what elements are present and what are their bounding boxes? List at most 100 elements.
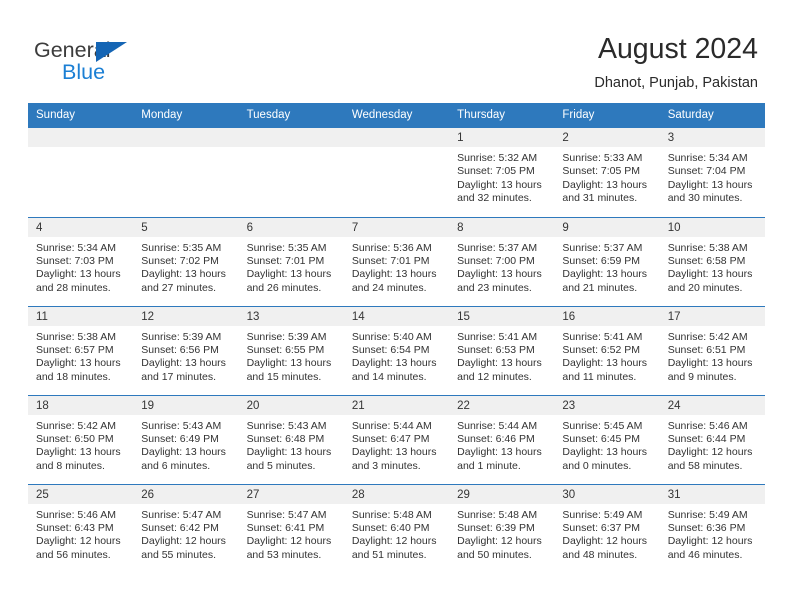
daylight-text-line1: Daylight: 12 hours bbox=[36, 535, 121, 548]
daylight-text-line1: Daylight: 13 hours bbox=[141, 357, 226, 370]
calendar-day-cell[interactable]: 3 Sunrise: 5:34 AM Sunset: 7:04 PM Daylight… bbox=[659, 128, 765, 217]
daylight-text-line1: Daylight: 13 hours bbox=[562, 268, 648, 281]
weekday-header-wednesday: Wednesday bbox=[343, 103, 450, 128]
day-number: 26 bbox=[133, 484, 239, 504]
sunset-text: Sunset: 7:03 PM bbox=[36, 254, 114, 267]
calendar-day-cell[interactable]: 10 Sunrise: 5:38 AM Sunset: 6:58 PM Dayligh… bbox=[659, 216, 765, 306]
daylight-text-line2: and 3 minutes. bbox=[351, 459, 421, 472]
day-number: 6 bbox=[238, 217, 344, 237]
sunset-text: Sunset: 6:47 PM bbox=[351, 432, 430, 445]
sunset-text: Sunset: 6:46 PM bbox=[457, 432, 535, 445]
general-blue-logo[interactable]: General Blue bbox=[34, 37, 164, 85]
daylight-text-line2: and 0 minutes. bbox=[562, 459, 632, 472]
daylight-text-line1: Daylight: 12 hours bbox=[141, 535, 226, 548]
calendar-day-cell[interactable]: 11 Sunrise: 5:38 AM Sunset: 6:57 PM Dayligh… bbox=[28, 305, 134, 395]
day-details: Sunrise: 5:36 AM Sunset: 7:01 PM Daylight:… bbox=[344, 237, 449, 296]
daylight-text-line2: and 50 minutes. bbox=[457, 548, 532, 561]
day-details: Sunrise: 5:32 AM Sunset: 7:05 PM Daylight:… bbox=[449, 147, 554, 206]
sunset-text: Sunset: 6:54 PM bbox=[351, 343, 430, 356]
daylight-text-line2: and 11 minutes. bbox=[562, 370, 637, 383]
calendar-day-cell[interactable]: 28 Sunrise: 5:48 AM Sunset: 6:40 PM Dayligh… bbox=[343, 483, 450, 573]
day-details: Sunrise: 5:40 AM Sunset: 6:54 PM Daylight:… bbox=[344, 326, 449, 385]
calendar-week-row: 11 Sunrise: 5:38 AM Sunset: 6:57 PM Dayligh… bbox=[28, 305, 765, 395]
calendar-day-cell[interactable]: 2 Sunrise: 5:33 AM Sunset: 7:05 PM Daylight… bbox=[554, 128, 660, 217]
calendar-day-cell[interactable]: 31 Sunrise: 5:49 AM Sunset: 6:36 PM Dayligh… bbox=[659, 483, 765, 573]
calendar-day-cell[interactable]: 27 Sunrise: 5:47 AM Sunset: 6:41 PM Dayligh… bbox=[238, 483, 344, 573]
day-details: Sunrise: 5:48 AM Sunset: 6:40 PM Daylight:… bbox=[344, 504, 449, 563]
calendar-day-cell[interactable]: 24 Sunrise: 5:46 AM Sunset: 6:44 PM Dayligh… bbox=[659, 394, 765, 484]
day-details: Sunrise: 5:49 AM Sunset: 6:36 PM Daylight:… bbox=[660, 504, 765, 563]
day-details: Sunrise: 5:45 AM Sunset: 6:45 PM Daylight:… bbox=[554, 415, 659, 474]
day-number: 5 bbox=[133, 217, 239, 237]
calendar-day-cell[interactable]: 6 Sunrise: 5:35 AM Sunset: 7:01 PM Daylight… bbox=[238, 216, 344, 306]
day-details: Sunrise: 5:46 AM Sunset: 6:43 PM Daylight:… bbox=[28, 504, 133, 563]
calendar-day-cell[interactable]: 25 Sunrise: 5:46 AM Sunset: 6:43 PM Dayligh… bbox=[28, 483, 134, 573]
sunset-text: Sunset: 6:40 PM bbox=[351, 521, 430, 534]
calendar-day-cell[interactable]: 14 Sunrise: 5:40 AM Sunset: 6:54 PM Dayligh… bbox=[343, 305, 450, 395]
daylight-text-line2: and 32 minutes. bbox=[457, 192, 532, 205]
calendar-day-cell[interactable]: 18 Sunrise: 5:42 AM Sunset: 6:50 PM Dayligh… bbox=[28, 394, 134, 484]
calendar-day-cell[interactable]: 1 Sunrise: 5:32 AM Sunset: 7:05 PM Daylight… bbox=[449, 128, 555, 217]
sunset-text: Sunset: 6:55 PM bbox=[246, 343, 325, 356]
calendar-day-cell[interactable]: 19 Sunrise: 5:43 AM Sunset: 6:49 PM Dayligh… bbox=[133, 394, 239, 484]
daylight-text-line1: Daylight: 13 hours bbox=[667, 268, 753, 281]
day-number: 3 bbox=[659, 128, 765, 147]
calendar-day-cell[interactable]: 30 Sunrise: 5:49 AM Sunset: 6:37 PM Dayligh… bbox=[554, 483, 660, 573]
daylight-text-line2: and 58 minutes. bbox=[667, 459, 743, 472]
calendar-day-cell[interactable]: 15 Sunrise: 5:41 AM Sunset: 6:53 PM Dayligh… bbox=[449, 305, 555, 395]
daylight-text-line1: Daylight: 12 hours bbox=[667, 535, 753, 548]
day-details: Sunrise: 5:43 AM Sunset: 6:48 PM Daylight:… bbox=[239, 415, 344, 474]
calendar-page: General Blue August 2024 Dhanot, Punjab,… bbox=[0, 0, 792, 612]
daylight-text-line2: and 53 minutes. bbox=[246, 548, 322, 561]
weekday-header-monday: Monday bbox=[133, 103, 239, 128]
day-details: Sunrise: 5:42 AM Sunset: 6:51 PM Daylight:… bbox=[660, 326, 765, 385]
calendar-day-cell[interactable]: 20 Sunrise: 5:43 AM Sunset: 6:48 PM Dayligh… bbox=[238, 394, 344, 484]
sunset-text: Sunset: 7:01 PM bbox=[246, 254, 325, 267]
daylight-text-line1: Daylight: 13 hours bbox=[246, 268, 332, 281]
calendar-day-cell[interactable]: 22 Sunrise: 5:44 AM Sunset: 6:46 PM Dayligh… bbox=[449, 394, 555, 484]
daylight-text-line1: Daylight: 13 hours bbox=[36, 446, 121, 459]
calendar-day-cell[interactable]: 8 Sunrise: 5:37 AM Sunset: 7:00 PM Daylight… bbox=[449, 216, 555, 306]
calendar-day-cell[interactable]: 17 Sunrise: 5:42 AM Sunset: 6:51 PM Dayligh… bbox=[659, 305, 765, 395]
daylight-text-line2: and 12 minutes. bbox=[457, 370, 532, 383]
daylight-text-line2: and 9 minutes. bbox=[667, 370, 737, 383]
day-number: 30 bbox=[554, 484, 660, 504]
calendar-day-cell[interactable]: 29 Sunrise: 5:48 AM Sunset: 6:39 PM Dayligh… bbox=[449, 483, 555, 573]
sunrise-text: Sunrise: 5:37 AM bbox=[562, 241, 643, 254]
day-number: 12 bbox=[133, 306, 239, 326]
calendar-day-cell-empty bbox=[238, 128, 344, 217]
daylight-text-line2: and 23 minutes. bbox=[457, 281, 532, 294]
calendar-day-cell[interactable]: 5 Sunrise: 5:35 AM Sunset: 7:02 PM Daylight… bbox=[133, 216, 239, 306]
calendar-header-row: Sunday Monday Tuesday Wednesday Thursday… bbox=[28, 103, 765, 128]
daylight-text-line2: and 48 minutes. bbox=[562, 548, 638, 561]
sunset-text: Sunset: 6:50 PM bbox=[36, 432, 114, 445]
daylight-text-line1: Daylight: 12 hours bbox=[246, 535, 332, 548]
day-number: 1 bbox=[449, 128, 555, 147]
day-number: 7 bbox=[343, 217, 450, 237]
calendar-day-cell[interactable]: 26 Sunrise: 5:47 AM Sunset: 6:42 PM Dayligh… bbox=[133, 483, 239, 573]
calendar-day-cell[interactable]: 13 Sunrise: 5:39 AM Sunset: 6:55 PM Dayligh… bbox=[238, 305, 344, 395]
calendar-day-cell[interactable]: 4 Sunrise: 5:34 AM Sunset: 7:03 PM Daylight… bbox=[28, 216, 134, 306]
daylight-text-line2: and 26 minutes. bbox=[246, 281, 322, 294]
day-details: Sunrise: 5:41 AM Sunset: 6:53 PM Daylight:… bbox=[449, 326, 554, 385]
sunset-text: Sunset: 6:41 PM bbox=[246, 521, 325, 534]
calendar-day-cell[interactable]: 21 Sunrise: 5:44 AM Sunset: 6:47 PM Dayligh… bbox=[343, 394, 450, 484]
daylight-text-line1: Daylight: 12 hours bbox=[351, 535, 437, 548]
calendar-day-cell[interactable]: 16 Sunrise: 5:41 AM Sunset: 6:52 PM Dayligh… bbox=[554, 305, 660, 395]
calendar-day-cell[interactable]: 23 Sunrise: 5:45 AM Sunset: 6:45 PM Dayligh… bbox=[554, 394, 660, 484]
sunset-text: Sunset: 6:58 PM bbox=[667, 254, 746, 267]
sunset-text: Sunset: 6:59 PM bbox=[562, 254, 641, 267]
calendar-day-cell[interactable]: 7 Sunrise: 5:36 AM Sunset: 7:01 PM Daylight… bbox=[343, 216, 450, 306]
sunrise-text: Sunrise: 5:44 AM bbox=[457, 419, 538, 432]
weekday-header-thursday: Thursday bbox=[449, 103, 555, 128]
day-number: 20 bbox=[238, 395, 344, 415]
calendar-day-cell[interactable]: 9 Sunrise: 5:37 AM Sunset: 6:59 PM Daylight… bbox=[554, 216, 660, 306]
sunset-text: Sunset: 7:04 PM bbox=[667, 165, 746, 178]
day-number: 24 bbox=[659, 395, 765, 415]
day-number bbox=[343, 128, 450, 147]
sunrise-text: Sunrise: 5:35 AM bbox=[246, 241, 327, 254]
calendar-day-cell[interactable]: 12 Sunrise: 5:39 AM Sunset: 6:56 PM Dayligh… bbox=[133, 305, 239, 395]
day-number: 8 bbox=[449, 217, 555, 237]
weekday-header-tuesday: Tuesday bbox=[238, 103, 344, 128]
day-details: Sunrise: 5:46 AM Sunset: 6:44 PM Daylight:… bbox=[660, 415, 765, 474]
